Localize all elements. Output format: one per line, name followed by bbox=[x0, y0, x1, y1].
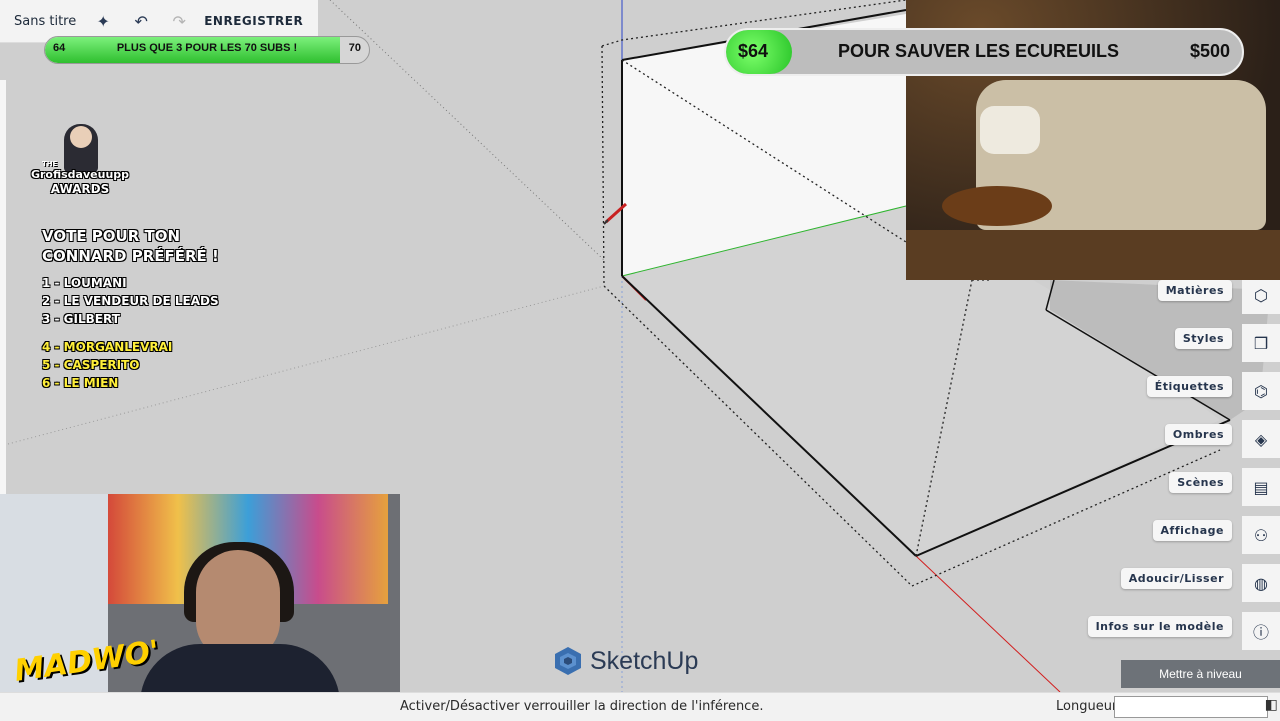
list-item: 2 - LE VENDEUR DE LEADS bbox=[42, 294, 219, 308]
status-bar: Activer/Désactiver verrouiller la direct… bbox=[0, 692, 1280, 721]
save-button[interactable]: ENREGISTRER bbox=[204, 14, 303, 28]
panel-label[interactable]: Ombres bbox=[1164, 424, 1232, 445]
donation-goal-bar: $64 POUR SAUVER LES ECUREUILS $500 bbox=[724, 28, 1244, 76]
tag-icon[interactable]: ⌬ bbox=[1242, 372, 1280, 410]
list-item: 6 - LE MIEN bbox=[42, 376, 119, 390]
awards-logo: THE Grofisdaveuupp AWARDS bbox=[30, 124, 130, 204]
cube-icon[interactable]: ⬡ bbox=[1242, 276, 1280, 314]
sketchup-logo-icon bbox=[555, 647, 581, 675]
info-icon[interactable]: ⓘ bbox=[1242, 612, 1280, 650]
length-label: Longueur bbox=[1056, 699, 1118, 714]
length-input[interactable] bbox=[1114, 696, 1268, 718]
sketchup-status-icon: ◧ bbox=[1264, 697, 1278, 713]
panel-shadows[interactable]: Ombres ◈ bbox=[1080, 420, 1280, 458]
list-item: 5 - CASPERITO bbox=[42, 358, 140, 372]
sphere-icon[interactable]: ◍ bbox=[1242, 564, 1280, 602]
vote-heading-2: CONNARD PRÉFÉRÉ ! bbox=[42, 247, 219, 265]
panel-model-info[interactable]: Infos sur le modèle ⓘ bbox=[1080, 612, 1280, 650]
panel-label[interactable]: Infos sur le modèle bbox=[1087, 616, 1232, 637]
sparkle-icon[interactable]: ✦ bbox=[92, 12, 114, 31]
panel-tags[interactable]: Étiquettes ⌬ bbox=[1080, 372, 1280, 410]
shadow-icon[interactable]: ◈ bbox=[1242, 420, 1280, 458]
panel-label[interactable]: Matières bbox=[1157, 280, 1232, 301]
list-item: 4 - MORGANLEVRAI bbox=[42, 340, 173, 354]
awards-brand: Grofisdaveuupp bbox=[30, 168, 130, 181]
panel-label[interactable]: Étiquettes bbox=[1146, 376, 1232, 397]
list-item: 1 - LOUMANI bbox=[42, 276, 127, 290]
donation-goal: $500 bbox=[1189, 41, 1230, 61]
clapperboard-icon[interactable]: ▤ bbox=[1242, 468, 1280, 506]
webcam-streamer-feed: MADWO' bbox=[0, 494, 400, 720]
panel-label[interactable]: Scènes bbox=[1169, 472, 1232, 493]
status-message: Activer/Désactiver verrouiller la direct… bbox=[400, 699, 764, 714]
panel-display[interactable]: Affichage ⚇ bbox=[1080, 516, 1280, 554]
sketchup-logo: SketchUp bbox=[554, 646, 698, 676]
sub-goal-target: 70 bbox=[348, 42, 361, 54]
donation-current: $64 bbox=[738, 41, 769, 61]
vote-overlay: VOTE POUR TON CONNARD PRÉFÉRÉ ! 1 - LOUM… bbox=[42, 226, 219, 392]
donation-label: POUR SAUVER LES ECUREUILS bbox=[838, 41, 1120, 61]
panel-label[interactable]: Adoucir/Lisser bbox=[1120, 568, 1232, 589]
styles-cube-icon[interactable]: ❒ bbox=[1242, 324, 1280, 362]
undo-icon[interactable]: ↶ bbox=[130, 12, 152, 31]
list-item: 3 - GILBERT bbox=[42, 312, 120, 326]
sub-goal-text: PLUS QUE 3 POUR LES 70 SUBS ! bbox=[116, 42, 298, 54]
panel-materials[interactable]: Matières ⬡ bbox=[1080, 276, 1280, 314]
vote-list-2: 4 - MORGANLEVRAI 5 - CASPERITO 6 - LE MI… bbox=[42, 338, 219, 392]
sketchup-wordmark: SketchUp bbox=[590, 646, 699, 675]
panel-scenes[interactable]: Scènes ▤ bbox=[1080, 468, 1280, 506]
awards-title: AWARDS bbox=[50, 182, 110, 196]
panel-soften[interactable]: Adoucir/Lisser ◍ bbox=[1080, 564, 1280, 602]
redo-icon[interactable]: ↷ bbox=[168, 12, 190, 31]
vote-heading-1: VOTE POUR TON bbox=[42, 227, 181, 245]
left-panel-edge bbox=[0, 80, 6, 494]
sub-goal-bar: 64 PLUS QUE 3 POUR LES 70 SUBS ! 70 bbox=[44, 36, 370, 64]
panel-styles[interactable]: Styles ❒ bbox=[1080, 324, 1280, 362]
panel-label[interactable]: Affichage bbox=[1152, 520, 1232, 541]
panel-label[interactable]: Styles bbox=[1174, 328, 1232, 349]
glasses-icon[interactable]: ⚇ bbox=[1242, 516, 1280, 554]
document-title[interactable]: Sans titre bbox=[14, 14, 76, 29]
upgrade-button[interactable]: Mettre à niveau bbox=[1121, 660, 1280, 688]
vote-list-1: 1 - LOUMANI 2 - LE VENDEUR DE LEADS 3 - … bbox=[42, 274, 219, 328]
awards-the: THE bbox=[42, 160, 58, 168]
